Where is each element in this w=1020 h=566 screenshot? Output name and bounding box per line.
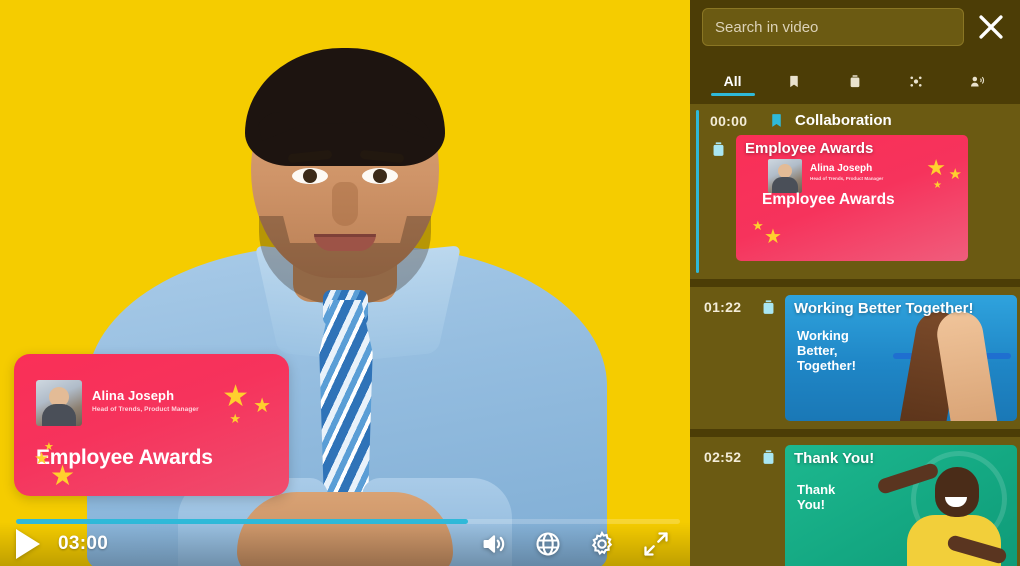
star-icon: ★ [764, 226, 782, 248]
chapter-item[interactable]: 00:00 Collaboration Employee Awards Alin… [690, 104, 1020, 279]
speaker-icon [966, 74, 988, 96]
chapter-timestamp: 01:22 [704, 299, 742, 315]
slide-thumbnail[interactable]: Working Better Together! Working Better,… [785, 295, 1017, 421]
tab-all-label: All [723, 73, 742, 89]
slide-row: Employee Awards Alina Joseph Head of Tre… [690, 135, 1020, 269]
slide-row: 01:22 Working Better Together! Working B… [690, 287, 1020, 429]
slide-icon [760, 299, 777, 316]
globe-icon[interactable] [534, 530, 562, 558]
chapter-timestamp: 02:52 [704, 449, 742, 465]
video-pane[interactable]: Alina Joseph Head of Trends, Product Man… [0, 0, 690, 566]
slide-headline: Thank You! [797, 482, 836, 512]
slide-presenter-name: Alina Joseph [810, 163, 873, 174]
chapter-item[interactable]: 01:22 Working Better Together! Working B… [690, 287, 1020, 429]
play-button[interactable] [16, 529, 40, 559]
avatar [768, 159, 802, 193]
slide-caption: Employee Awards [745, 140, 874, 157]
star-icon: ★ [926, 155, 946, 180]
video-player-app: Alina Joseph Head of Trends, Product Man… [0, 0, 1020, 566]
time-display: 03:00 [58, 533, 109, 554]
slide-headline: Working Better, Together! [797, 328, 856, 373]
video-sidebar: All [690, 0, 1020, 566]
search-input[interactable] [715, 18, 951, 36]
slide-caption: Thank You! [794, 450, 875, 467]
tab-bookmarks[interactable] [763, 56, 824, 96]
star-icon: ★ [933, 180, 942, 191]
slide-thumbnail[interactable]: Employee Awards Alina Joseph Head of Tre… [736, 135, 968, 261]
slide-caption: Working Better Together! [794, 300, 974, 317]
slide-icon [760, 449, 777, 466]
overlay-presenter-name: Alina Joseph [92, 388, 175, 403]
bookmark-icon [768, 112, 785, 129]
tab-all[interactable]: All [702, 56, 763, 96]
bookmark-icon [783, 74, 805, 96]
tab-highlights[interactable] [886, 56, 947, 96]
selected-indicator [696, 110, 699, 273]
expand-icon[interactable] [642, 530, 670, 558]
sidebar-header [690, 0, 1020, 46]
slide-icon [844, 74, 866, 96]
star-icon: ★ [253, 395, 271, 417]
overlay-name-card: Alina Joseph Head of Trends, Product Man… [14, 354, 289, 496]
overlay-presenter-row: Alina Joseph Head of Trends, Product Man… [36, 380, 199, 426]
tab-slides[interactable] [824, 56, 885, 96]
sidebar-tabs: All [690, 56, 1020, 96]
chapter-list: 00:00 Collaboration Employee Awards Alin… [690, 96, 1020, 566]
gear-icon[interactable] [588, 530, 616, 558]
sparkle-icon [905, 74, 927, 96]
tab-speakers[interactable] [947, 56, 1008, 96]
star-icon: ★ [229, 411, 241, 426]
volume-icon[interactable] [480, 530, 508, 558]
slide-icon [710, 141, 727, 158]
player-controls: 03:00 [0, 522, 690, 566]
chapter-header: 00:00 Collaboration [690, 104, 1020, 135]
chapter-item[interactable]: 02:52 Thank You! Thank You! [690, 437, 1020, 566]
slide-headline: Employee Awards [762, 191, 895, 208]
star-icon: ★ [44, 441, 54, 453]
star-icon: ★ [50, 460, 76, 491]
chapter-timestamp: 00:00 [710, 112, 748, 129]
avatar [36, 380, 82, 426]
slide-presenter-role: Head of Trends, Product Manager [810, 176, 884, 181]
slide-thumbnail[interactable]: Thank You! Thank You! [785, 445, 1017, 566]
slide-row: 02:52 Thank You! Thank You! [690, 437, 1020, 566]
chapter-title: Collaboration [795, 112, 892, 129]
overlay-presenter-role: Head of Trends, Product Manager [92, 406, 199, 414]
close-icon[interactable] [974, 10, 1008, 44]
star-icon: ★ [222, 380, 249, 413]
search-box[interactable] [702, 8, 964, 46]
star-icon: ★ [948, 166, 962, 183]
star-icon: ★ [752, 218, 764, 233]
